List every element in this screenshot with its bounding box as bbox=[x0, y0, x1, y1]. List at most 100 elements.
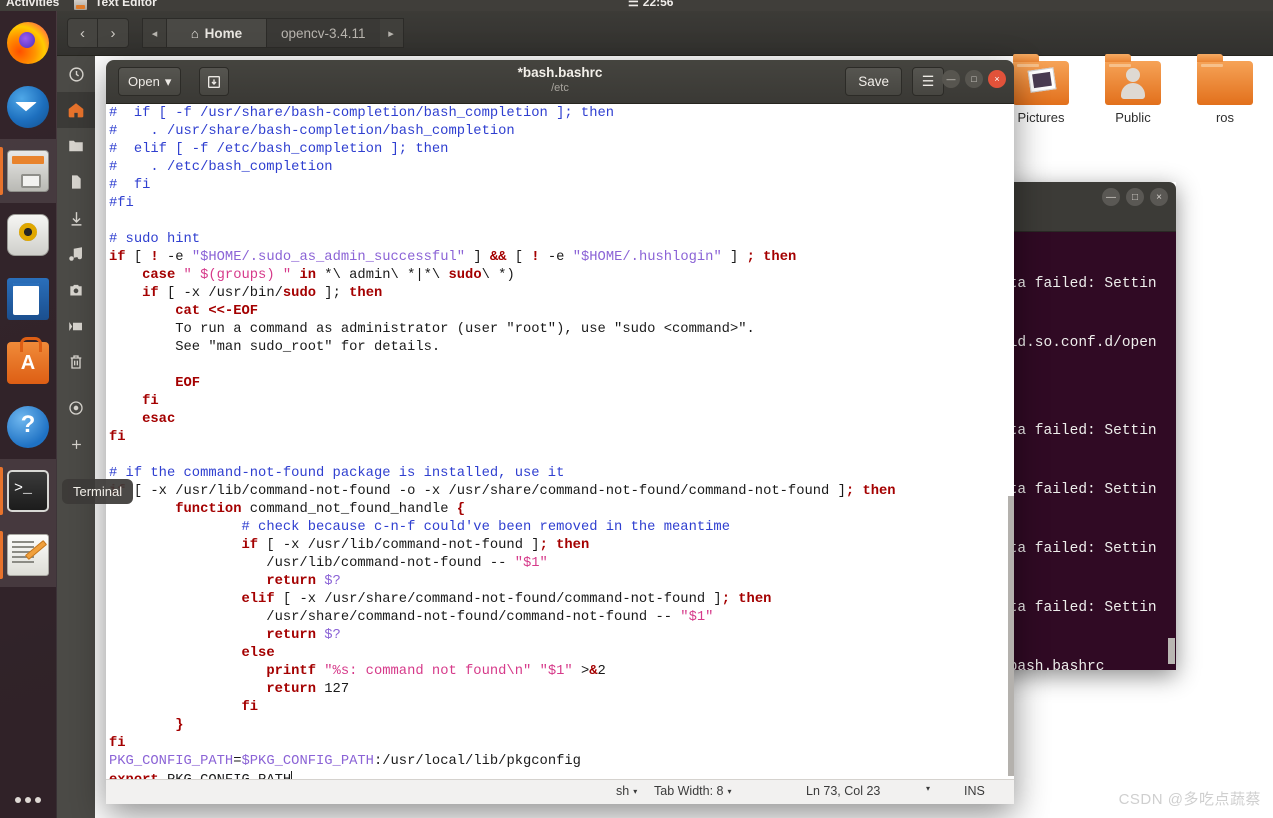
code-token: \ *) bbox=[481, 268, 515, 283]
code-token: /usr/share/command-not-found/command-not… bbox=[109, 610, 681, 625]
position-dropdown-icon[interactable]: ▾ bbox=[926, 784, 930, 793]
code-line: # if [ -f /usr/share/bash-completion/bas… bbox=[109, 105, 1014, 123]
code-token: -e bbox=[539, 250, 573, 265]
sidebar-item-recent[interactable] bbox=[57, 56, 95, 92]
tab-opencv[interactable]: opencv-3.4.11 bbox=[266, 18, 380, 48]
code-token: fi bbox=[142, 394, 159, 409]
terminal-line: ata failed: Settin bbox=[1000, 541, 1157, 557]
hamburger-menu-icon[interactable]: ☰ bbox=[912, 67, 944, 96]
editor-maximize-button[interactable]: □ bbox=[965, 70, 983, 88]
terminal-scrollbar[interactable] bbox=[1168, 638, 1175, 664]
insert-mode-indicator[interactable]: INS bbox=[964, 784, 985, 798]
tab-home[interactable]: ⌂ Home bbox=[166, 18, 266, 48]
save-button[interactable]: Save bbox=[845, 67, 902, 96]
terminal-output[interactable]: ata failed: Settin /ld.so.conf.d/open at… bbox=[1000, 232, 1176, 670]
code-token: :/usr/local/lib/pkgconfig bbox=[373, 754, 581, 769]
sidebar-item-videos[interactable] bbox=[57, 308, 95, 344]
file-item-pictures[interactable]: Pictures bbox=[1007, 54, 1075, 125]
plus-icon bbox=[71, 439, 81, 449]
file-item-public[interactable]: Public bbox=[1099, 54, 1167, 125]
dock-item-terminal[interactable] bbox=[0, 459, 56, 523]
disc-icon bbox=[69, 401, 83, 415]
code-line: if [ -x /usr/lib/command-not-found ]; th… bbox=[109, 537, 1014, 555]
code-line: printf "%s: command not found\n" "$1" >&… bbox=[109, 663, 1014, 681]
code-line: To run a command as administrator (user … bbox=[109, 321, 1014, 339]
dock-item-software[interactable] bbox=[0, 331, 56, 395]
dock-item-text-editor[interactable] bbox=[0, 523, 56, 587]
sidebar-item-downloads[interactable] bbox=[57, 200, 95, 236]
dock-item-files[interactable] bbox=[0, 139, 56, 203]
sidebar-item-add[interactable] bbox=[57, 426, 95, 462]
code-token: To run a command as administrator (user … bbox=[109, 322, 755, 337]
sidebar-item-documents[interactable] bbox=[57, 128, 95, 164]
editor-scrollbar[interactable] bbox=[1008, 104, 1014, 779]
code-token: [ -x /usr/lib/command-not-found ] bbox=[258, 538, 540, 553]
text-editor-icon bbox=[74, 0, 87, 10]
dock-item-libreoffice-writer[interactable] bbox=[0, 267, 56, 331]
code-line: elif [ -x /usr/share/command-not-found/c… bbox=[109, 591, 1014, 609]
code-token: -e bbox=[158, 250, 192, 265]
code-token: ] bbox=[721, 250, 747, 265]
dock-item-rhythmbox[interactable] bbox=[0, 203, 56, 267]
terminal-maximize-button[interactable]: □ bbox=[1126, 188, 1144, 206]
clock[interactable]: ☰ 22:56 bbox=[628, 0, 673, 8]
sidebar-item-pictures[interactable] bbox=[57, 272, 95, 308]
terminal-minimize-button[interactable]: — bbox=[1102, 188, 1120, 206]
show-applications-button[interactable] bbox=[0, 786, 56, 814]
sidebar-item-desktop[interactable] bbox=[57, 164, 95, 200]
files-sidebar bbox=[57, 56, 95, 818]
code-line: # fi bbox=[109, 177, 1014, 195]
code-token: command_not_found_handle bbox=[241, 502, 457, 517]
code-token: PKG_CONFIG_PATH bbox=[109, 754, 234, 769]
dock-tooltip: Terminal bbox=[62, 479, 134, 504]
code-token: if bbox=[241, 538, 259, 553]
tab-width-selector[interactable]: Tab Width: 8 ▾ bbox=[654, 784, 732, 798]
active-app-name[interactable]: Text Editor bbox=[95, 0, 157, 8]
editor-minimize-button[interactable]: — bbox=[942, 70, 960, 88]
trash-icon bbox=[70, 355, 82, 369]
editor-status-bar: sh ▾ Tab Width: 8 ▾ Ln 73, Col 23 ▾ INS bbox=[106, 779, 1014, 804]
code-token: "$1" bbox=[539, 664, 573, 679]
calendar-icon: ☰ bbox=[628, 0, 639, 9]
sidebar-item-other-locations[interactable] bbox=[57, 390, 95, 426]
dock-item-firefox[interactable] bbox=[0, 11, 56, 75]
forward-button[interactable]: › bbox=[98, 18, 129, 48]
sidebar-item-home[interactable] bbox=[57, 92, 95, 128]
editor-text-area[interactable]: # if [ -f /usr/share/bash-completion/bas… bbox=[106, 104, 1014, 779]
editor-close-button[interactable]: × bbox=[988, 70, 1006, 88]
tab-opencv-label: opencv-3.4.11 bbox=[281, 25, 366, 41]
gnome-top-bar: Activities Text Editor ☰ 22:56 bbox=[0, 0, 1273, 11]
sidebar-item-trash[interactable] bbox=[57, 344, 95, 380]
tab-scroll-left-icon[interactable]: ◂ bbox=[142, 18, 166, 48]
dock-item-help[interactable] bbox=[0, 395, 56, 459]
code-token: ; bbox=[746, 250, 755, 265]
terminal-title-bar[interactable]: — □ × bbox=[1000, 182, 1176, 232]
file-grid: Pictures Public ros bbox=[1007, 54, 1259, 125]
dock-item-thunderbird[interactable] bbox=[0, 75, 56, 139]
code-line: esac bbox=[109, 411, 1014, 429]
tab-scroll-right-icon[interactable]: ▸ bbox=[379, 18, 404, 48]
folder-icon bbox=[69, 140, 83, 152]
language-selector[interactable]: sh ▾ bbox=[616, 784, 637, 798]
sidebar-item-music[interactable] bbox=[57, 236, 95, 272]
document-icon bbox=[7, 278, 49, 320]
file-item-ros[interactable]: ros bbox=[1191, 54, 1259, 125]
code-line: fi bbox=[109, 735, 1014, 753]
terminal-line: /ld.so.conf.d/open bbox=[1000, 334, 1157, 351]
code-token: sudo bbox=[282, 286, 317, 301]
shopping-bag-icon bbox=[7, 337, 49, 384]
back-button[interactable]: ‹ bbox=[67, 18, 98, 48]
terminal-close-button[interactable]: × bbox=[1150, 188, 1168, 206]
home-icon bbox=[68, 103, 84, 118]
activities-button[interactable]: Activities bbox=[6, 0, 59, 8]
terminal-line: ata failed: Settin bbox=[1000, 600, 1157, 616]
code-token: return bbox=[266, 682, 316, 697]
